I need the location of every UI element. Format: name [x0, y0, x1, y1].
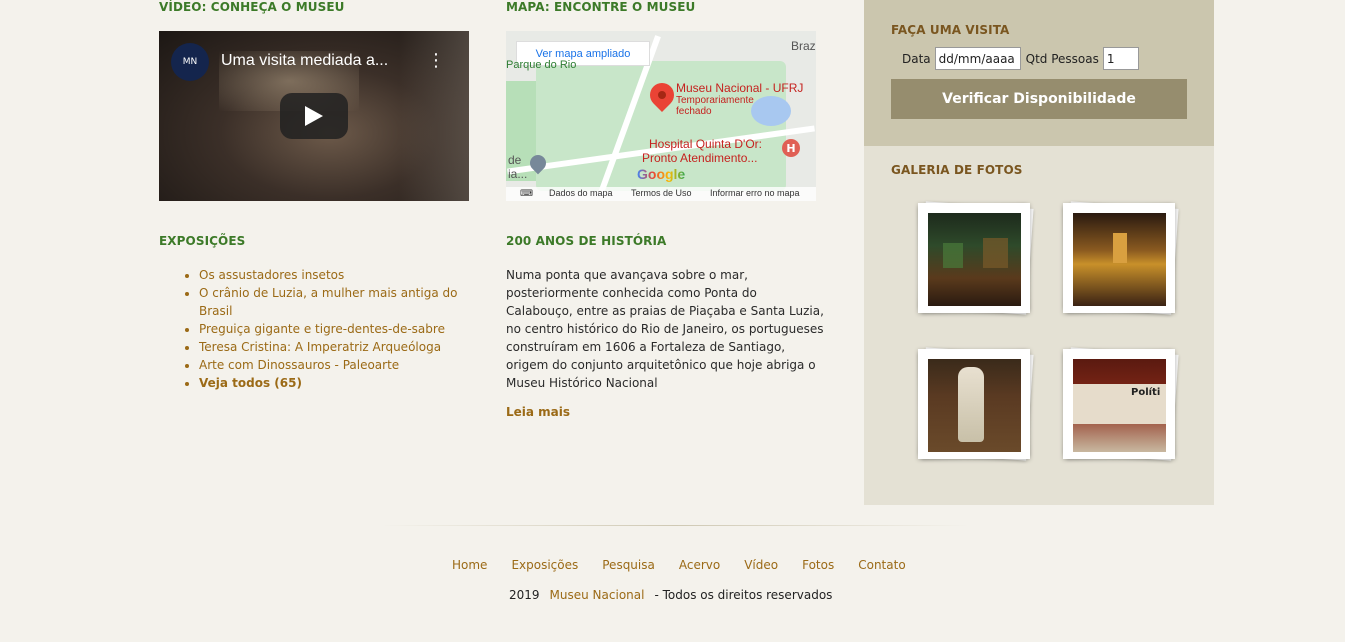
place-status: Temporariamente [676, 95, 754, 106]
exposicoes-list: Os assustadores insetos O crânio de Luzi… [199, 266, 469, 392]
museu-link[interactable]: Museu Nacional [550, 588, 645, 602]
list-item: Teresa Cristina: A Imperatriz Arqueóloga [199, 338, 469, 356]
footer-link-acervo[interactable]: Acervo [679, 558, 720, 572]
view-all-link[interactable]: Veja todos (65) [199, 376, 302, 390]
galeria-heading: GALERIA DE FOTOS [891, 163, 1023, 177]
terms-link[interactable]: Termos de Uso [631, 188, 692, 198]
hospital-label[interactable]: Hospital Quinta D'Or: [649, 137, 762, 151]
date-label: Data [902, 51, 931, 66]
video-title[interactable]: Uma visita mediada a... [221, 52, 388, 70]
hospital-icon[interactable]: H [782, 139, 800, 157]
map-data-link[interactable]: Dados do mapa [549, 188, 613, 198]
visita-heading: FAÇA UMA VISITA [891, 23, 1010, 37]
footer-link-exposicoes[interactable]: Exposições [511, 558, 578, 572]
footer-nav: Home Exposições Pesquisa Acervo Vídeo Fo… [452, 558, 930, 572]
image-sign-text: Políti [1131, 387, 1161, 398]
list-item: Preguiça gigante e tigre-dentes-de-sabre [199, 320, 469, 338]
list-item: Os assustadores insetos [199, 266, 469, 284]
map-heading: MAPA: ENCONTRE O MUSEU [506, 0, 696, 14]
exposicoes-heading: EXPOSIÇÕES [159, 234, 246, 248]
gallery-image[interactable] [928, 213, 1021, 306]
video-heading: VÍDEO: CONHEÇA O MUSEU [159, 0, 345, 14]
exposicao-link[interactable]: Preguiça gigante e tigre-dentes-de-sabre [199, 322, 445, 336]
hospital-label-2: Pronto Atendimento... [642, 151, 758, 165]
image-detail [983, 238, 1008, 268]
copyright: 2019 Museu Nacional - Todos os direitos re… [509, 588, 832, 602]
keyboard-icon[interactable]: ⌨ [520, 188, 533, 199]
image-detail [943, 243, 963, 268]
footer-link-home[interactable]: Home [452, 558, 487, 572]
channel-logo-icon[interactable]: MN [171, 43, 209, 81]
qty-label: Qtd Pessoas [1025, 51, 1099, 66]
visit-form: Data dd/mm/aaaa Qtd Pessoas 1 [902, 47, 1139, 70]
historia-text: Numa ponta que avançava sobre o mar, pos… [506, 268, 824, 390]
image-detail [1113, 233, 1127, 263]
exposicao-link[interactable]: Arte com Dinossauros - Paleoarte [199, 358, 399, 372]
map-footer: ⌨ Dados do mapa Termos de Uso Informar e… [506, 187, 816, 201]
map-lake [751, 96, 791, 126]
visit-panel [864, 0, 1214, 146]
gallery-photo[interactable] [918, 347, 1034, 461]
gallery-image[interactable] [1073, 213, 1166, 306]
park-label: Parque do Rio [506, 59, 577, 71]
google-logo-text: Google [637, 166, 686, 182]
image-detail [958, 367, 984, 442]
map-embed[interactable]: Ver mapa ampliado Parque do Rio Braz Mus… [506, 31, 816, 201]
gallery-image[interactable] [928, 359, 1021, 452]
copyright-year: 2019 [509, 588, 540, 602]
date-input[interactable]: dd/mm/aaaa [934, 47, 1021, 70]
play-button[interactable] [280, 93, 348, 139]
gallery-image[interactable]: Políti [1073, 359, 1166, 452]
historia-heading: 200 ANOS DE HISTÓRIA [506, 234, 667, 248]
exposicao-link[interactable]: O crânio de Luzia, a mulher mais antiga … [199, 286, 457, 318]
list-item: Veja todos (65) [199, 374, 469, 392]
left-map-label: de [508, 153, 522, 167]
video-player[interactable]: MN Uma visita mediada a... ⋮ [159, 31, 469, 201]
channel-logo-text: MN [182, 57, 198, 67]
left-map-label-2: ia... [508, 167, 528, 181]
exposicao-link[interactable]: Os assustadores insetos [199, 268, 344, 282]
play-icon [305, 106, 323, 126]
brazil-label: Braz [791, 39, 816, 53]
google-logo: Google [637, 166, 685, 182]
more-options-icon[interactable]: ⋮ [427, 52, 445, 70]
read-more-link[interactable]: Leia mais [506, 405, 570, 419]
place-status-2: fechado [676, 106, 712, 117]
list-item: O crânio de Luzia, a mulher mais antiga … [199, 284, 469, 320]
qty-input[interactable]: 1 [1102, 47, 1139, 70]
footer-link-fotos[interactable]: Fotos [802, 558, 834, 572]
footer-link-video[interactable]: Vídeo [744, 558, 778, 572]
gallery-photo[interactable]: Políti [1063, 347, 1179, 461]
exposicao-link[interactable]: Teresa Cristina: A Imperatriz Arqueóloga [199, 340, 441, 354]
gallery-photo[interactable] [1063, 201, 1179, 315]
check-availability-button[interactable]: Verificar Disponibilidade [891, 79, 1187, 119]
footer-divider [380, 525, 970, 526]
list-item: Arte com Dinossauros - Paleoarte [199, 356, 469, 374]
footer-link-contato[interactable]: Contato [858, 558, 905, 572]
copyright-rights: - Todos os direitos reservados [654, 588, 833, 602]
place-name[interactable]: Museu Nacional - UFRJ [676, 81, 803, 95]
footer-link-pesquisa[interactable]: Pesquisa [602, 558, 655, 572]
report-error-link[interactable]: Informar erro no mapa [710, 188, 800, 198]
gallery-photo[interactable] [918, 201, 1034, 315]
